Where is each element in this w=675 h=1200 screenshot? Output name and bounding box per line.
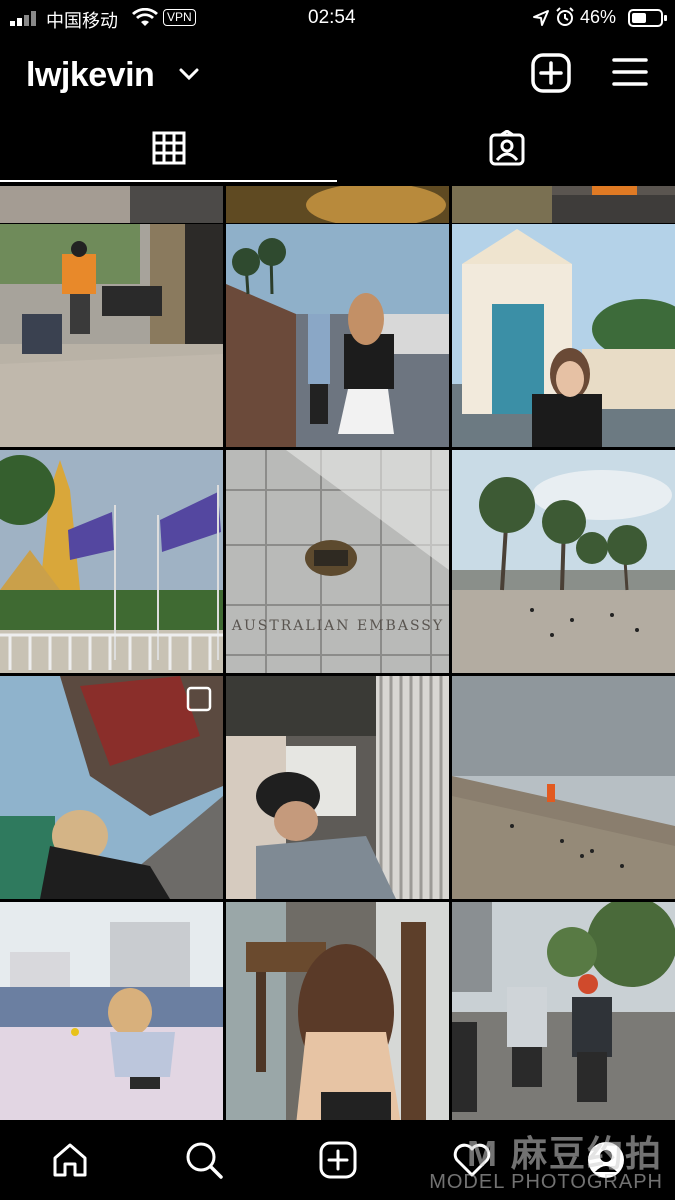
photo-thumbnail[interactable]: AUSTRALIAN EMBASSY xyxy=(226,450,449,673)
carrier-label: 中国移动 xyxy=(46,11,118,31)
vpn-badge: VPN xyxy=(163,9,196,26)
signal-icon xyxy=(10,10,40,26)
status-bar: 中国移动 VPN 02:54 46% xyxy=(0,0,675,36)
photo-thumbnail[interactable] xyxy=(452,224,675,447)
photo-thumbnail[interactable] xyxy=(226,676,449,899)
location-arrow-icon xyxy=(532,9,550,27)
nav-new-post-button[interactable] xyxy=(270,1120,405,1200)
tagged-icon xyxy=(489,130,524,166)
home-icon xyxy=(53,1143,86,1177)
new-post-button[interactable] xyxy=(530,52,572,94)
photo-grid: AUSTRALIAN EMBASSY xyxy=(0,186,675,1120)
watermark: M 麻豆约拍 MODEL PHOTOGRAPH xyxy=(429,1133,663,1193)
photo-thumbnail[interactable] xyxy=(0,902,223,1120)
photo-thumbnail[interactable] xyxy=(226,224,449,447)
photo-thumbnail[interactable] xyxy=(452,450,675,673)
wifi-icon xyxy=(132,7,158,28)
photo-thumbnail[interactable] xyxy=(226,902,449,1120)
photo-thumbnail[interactable] xyxy=(452,186,675,223)
nav-search-button[interactable] xyxy=(136,1120,271,1200)
watermark-tagline: MODEL PHOTOGRAPH xyxy=(429,1171,663,1193)
alarm-icon xyxy=(555,7,575,27)
menu-button[interactable] xyxy=(610,54,650,90)
photo-thumbnail[interactable] xyxy=(0,450,223,673)
clock: 02:54 xyxy=(308,7,356,28)
profile-header: lwjkevin xyxy=(0,36,675,114)
photo-thumbnail[interactable] xyxy=(0,676,223,899)
nav-home-button[interactable] xyxy=(2,1120,137,1200)
photo-text-overlay: AUSTRALIAN EMBASSY xyxy=(231,618,444,634)
battery-percent: 46% xyxy=(580,7,617,27)
photo-thumbnail[interactable] xyxy=(452,676,675,899)
bottom-nav: M 麻豆约拍 MODEL PHOTOGRAPH xyxy=(0,1120,675,1200)
username-title[interactable]: lwjkevin xyxy=(26,56,155,95)
tab-tagged[interactable] xyxy=(338,114,675,182)
photo-thumbnail[interactable] xyxy=(0,224,223,447)
chevron-down-icon[interactable] xyxy=(178,66,200,82)
photo-thumbnail[interactable] xyxy=(226,186,449,223)
photo-thumbnail[interactable] xyxy=(0,186,223,223)
active-tab-indicator xyxy=(0,180,337,182)
profile-tabs xyxy=(0,114,675,186)
search-icon xyxy=(186,1142,223,1179)
grid-icon xyxy=(152,131,185,165)
watermark-brand: M 麻豆约拍 xyxy=(467,1133,663,1174)
photo-thumbnail[interactable] xyxy=(452,902,675,1120)
tab-posts-grid[interactable] xyxy=(0,114,337,182)
plus-square-icon xyxy=(531,53,571,93)
battery-icon xyxy=(628,8,668,28)
add-post-icon xyxy=(319,1141,356,1179)
hamburger-menu-icon xyxy=(612,58,648,86)
